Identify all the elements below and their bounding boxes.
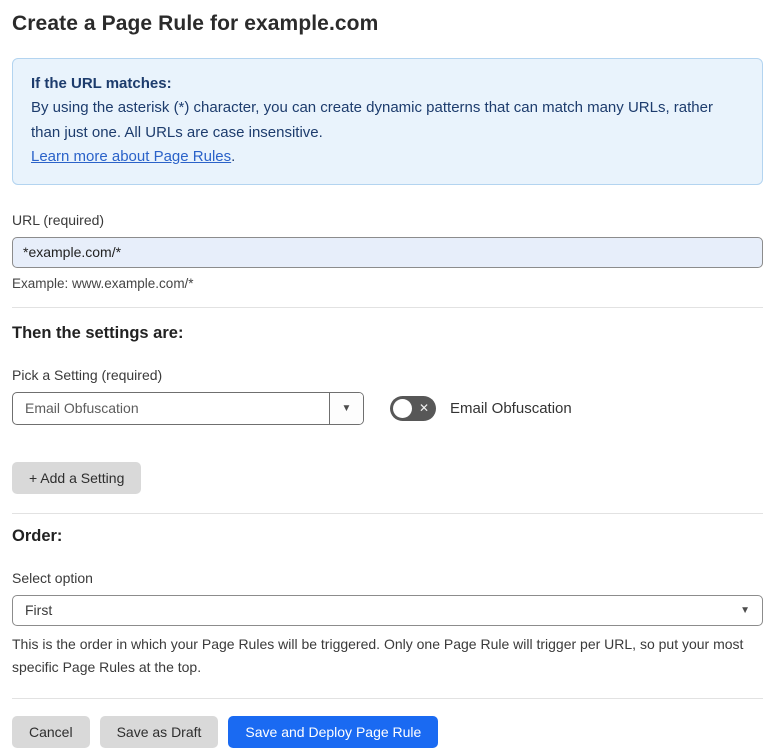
- info-box-body: By using the asterisk (*) character, you…: [31, 96, 744, 145]
- learn-more-link[interactable]: Learn more about Page Rules: [31, 148, 231, 165]
- add-setting-button[interactable]: + Add a Setting: [12, 461, 142, 494]
- section-divider: [12, 697, 763, 699]
- footer-actions: Cancel Save as Draft Save and Deploy Pag…: [12, 715, 763, 748]
- url-match-info-box: If the URL matches: By using the asteris…: [12, 58, 763, 185]
- section-divider: [12, 306, 763, 308]
- save-draft-button[interactable]: Save as Draft: [99, 715, 219, 748]
- order-select-value: First: [25, 602, 53, 619]
- page-rule-form: Create a Page Rule for example.com If th…: [0, 12, 775, 748]
- order-section-heading: Order:: [12, 526, 63, 545]
- url-example-helper: Example: www.example.com/*: [12, 275, 194, 291]
- email-obfuscation-toggle-wrap: ✕ Email Obfuscation: [390, 395, 572, 421]
- toggle-knob: [393, 398, 412, 418]
- order-select-label: Select option: [12, 569, 93, 586]
- toggle-off-x-icon: ✕: [418, 401, 429, 416]
- link-suffix: .: [231, 148, 236, 166]
- order-select[interactable]: First ▼: [12, 594, 763, 626]
- pick-setting-label: Pick a Setting (required): [12, 366, 163, 383]
- chevron-down-icon: ▼: [740, 604, 750, 616]
- dropdown-arrow-icon: ▼: [341, 402, 352, 414]
- info-box-link-line: Learn more about Page Rules.: [31, 145, 744, 169]
- settings-section-heading: Then the settings are:: [12, 323, 184, 342]
- info-box-body-text: By using the asterisk (*) character, you…: [31, 99, 713, 141]
- section-divider: [12, 512, 763, 514]
- email-obfuscation-toggle[interactable]: ✕: [390, 395, 436, 421]
- order-helper-text: This is the order in which your Page Rul…: [12, 635, 744, 675]
- url-field-label: URL (required): [12, 211, 105, 228]
- setting-select-arrow-button[interactable]: ▼: [329, 392, 363, 424]
- setting-row: Email Obfuscation ▼ ✕ Email Obfuscation: [12, 391, 763, 425]
- info-box-heading: If the URL matches:: [31, 75, 172, 92]
- toggle-label: Email Obfuscation: [450, 399, 572, 417]
- cancel-button[interactable]: Cancel: [12, 715, 90, 748]
- save-deploy-button[interactable]: Save and Deploy Page Rule: [228, 715, 439, 748]
- page-title: Create a Page Rule for example.com: [12, 12, 379, 35]
- setting-select[interactable]: Email Obfuscation ▼: [12, 391, 364, 425]
- setting-select-value: Email Obfuscation: [25, 400, 139, 417]
- url-input[interactable]: [12, 236, 763, 268]
